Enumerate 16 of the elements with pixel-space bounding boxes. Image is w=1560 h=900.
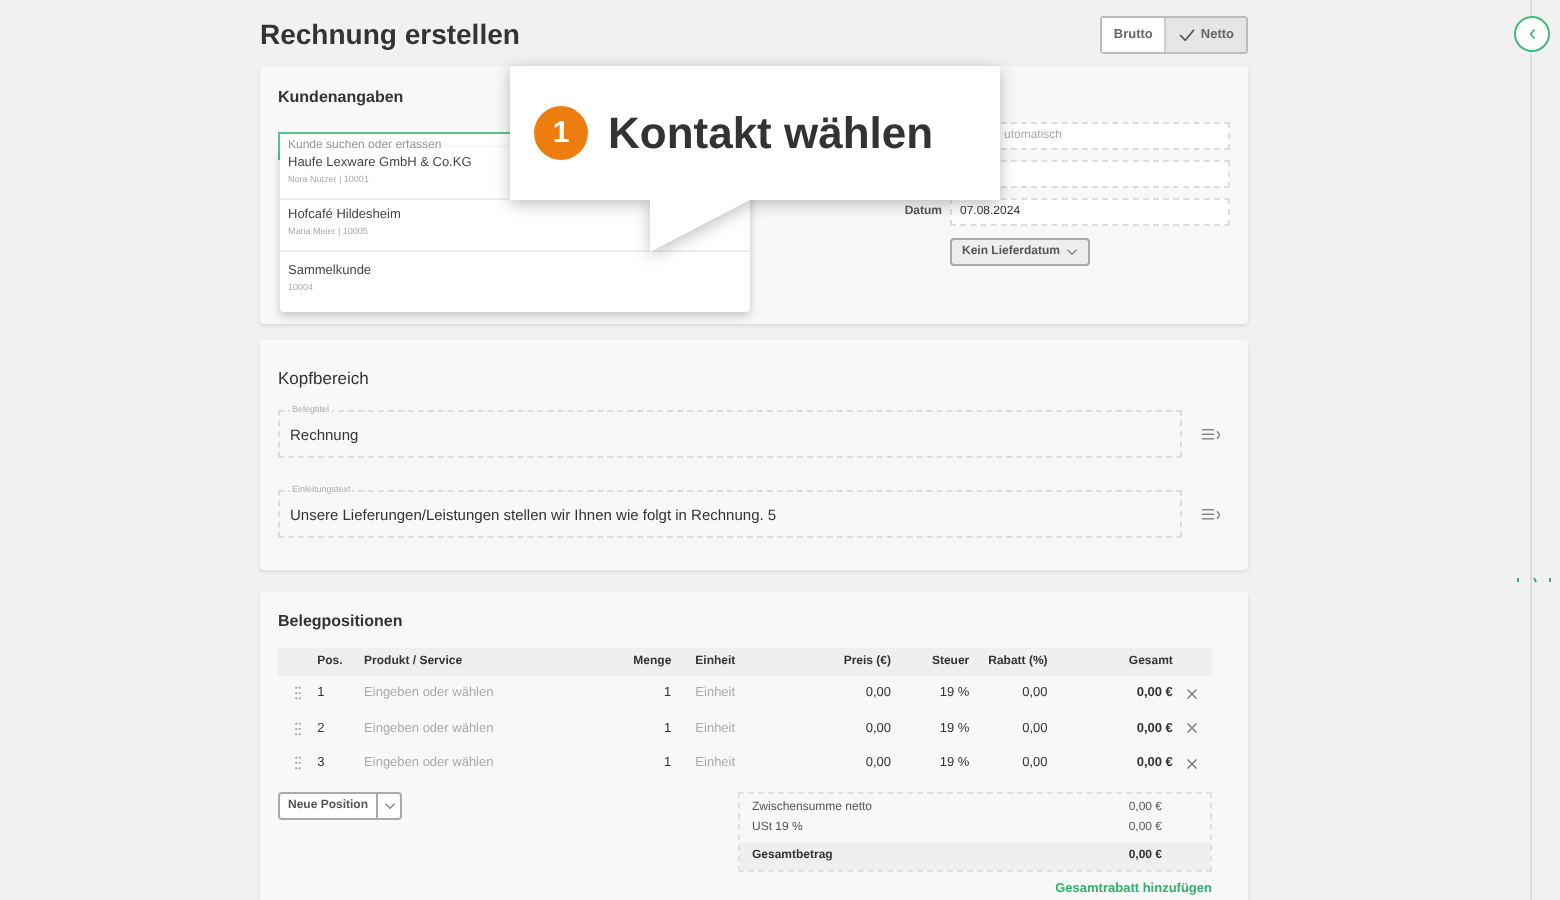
check-icon <box>1178 27 1197 41</box>
text-block-icon[interactable] <box>1202 427 1220 441</box>
section-heading: Kundenangaben <box>278 86 406 110</box>
section-heading: Belegpositionen <box>278 610 405 634</box>
collapse-button[interactable] <box>1514 16 1550 52</box>
dropdown-button[interactable] <box>378 791 403 819</box>
text-block-icon[interactable] <box>1202 507 1220 521</box>
page-title: Rechnung erstellen <box>260 17 520 49</box>
close-icon[interactable] <box>1186 687 1199 700</box>
close-icon[interactable] <box>1186 722 1199 735</box>
section-heading: Kopfbereich <box>278 366 371 390</box>
caret-icon <box>383 801 396 809</box>
close-icon[interactable] <box>1186 757 1199 770</box>
callout-text: Kontakt wählen <box>608 106 934 160</box>
caret-icon <box>1066 248 1079 256</box>
chevron-icon <box>1527 28 1537 40</box>
